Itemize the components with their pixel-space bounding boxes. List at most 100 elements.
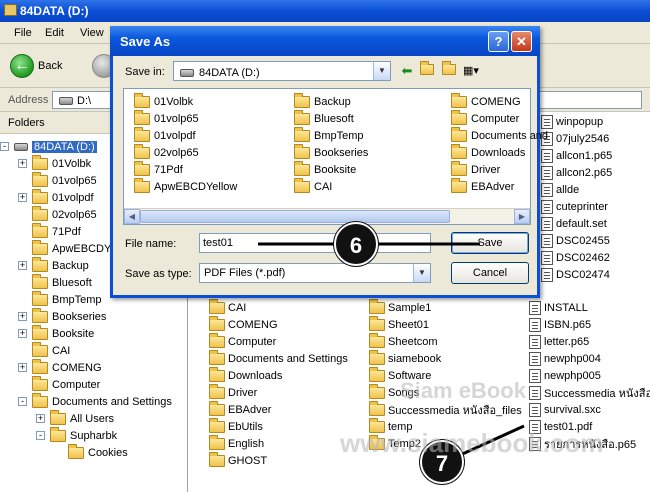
file-item[interactable]: ISBN.p65 bbox=[529, 316, 591, 333]
dialog-folder-item[interactable]: EBAdver bbox=[451, 177, 514, 195]
new-folder-icon[interactable] bbox=[441, 61, 457, 79]
back-button[interactable]: ← Back bbox=[10, 54, 62, 78]
folder-item[interactable]: siamebook bbox=[369, 349, 441, 367]
tree-item[interactable]: All Users bbox=[50, 409, 114, 427]
folder-item[interactable]: EbUtils bbox=[209, 417, 263, 435]
dialog-folder-item[interactable]: Computer bbox=[451, 109, 519, 127]
tree-expander[interactable]: - bbox=[0, 142, 9, 151]
file-item[interactable]: letter.p65 bbox=[529, 333, 589, 350]
tree-expander[interactable]: - bbox=[18, 397, 27, 406]
tree-item[interactable]: 84DATA (D:) bbox=[14, 138, 97, 155]
dialog-folder-item[interactable]: 01volpdf bbox=[134, 126, 196, 144]
scroll-left-icon[interactable]: ◀ bbox=[124, 209, 140, 224]
file-item[interactable]: winpopup bbox=[541, 113, 603, 130]
dialog-folder-item[interactable]: 71Pdf bbox=[134, 160, 183, 178]
folder-item[interactable]: Downloads bbox=[209, 366, 282, 384]
file-item[interactable]: cuteprinter bbox=[541, 198, 608, 215]
close-button[interactable]: ✕ bbox=[511, 31, 532, 52]
tree-item[interactable]: 01volp65 bbox=[32, 171, 97, 189]
tree-item[interactable]: CAI bbox=[32, 341, 70, 359]
tree-item[interactable]: 01volpdf bbox=[32, 188, 94, 206]
folder-item[interactable]: Sheetcom bbox=[369, 332, 438, 350]
folder-item[interactable]: Computer bbox=[209, 332, 276, 350]
folder-item[interactable]: CAI bbox=[209, 298, 246, 316]
file-item[interactable]: allcon2.p65 bbox=[541, 164, 612, 181]
chevron-down-icon[interactable]: ▼ bbox=[413, 264, 430, 282]
menu-file[interactable]: File bbox=[14, 27, 32, 39]
dialog-folder-item[interactable]: 02volp65 bbox=[134, 143, 199, 161]
folder-item[interactable]: GHOST bbox=[209, 451, 267, 469]
tree-item[interactable]: Bluesoft bbox=[32, 273, 92, 291]
save-in-dropdown[interactable]: 84DATA (D:) ▼ bbox=[173, 61, 391, 81]
chevron-down-icon[interactable]: ▼ bbox=[373, 62, 390, 80]
help-button[interactable]: ? bbox=[488, 31, 509, 52]
tree-item-label: Bluesoft bbox=[52, 276, 92, 289]
tree-item[interactable]: Bookseries bbox=[32, 307, 106, 325]
folder-item[interactable]: COMENG bbox=[209, 315, 278, 333]
cancel-button[interactable]: Cancel bbox=[451, 262, 529, 284]
tree-expander[interactable]: + bbox=[18, 159, 27, 168]
file-item[interactable]: survival.sxc bbox=[529, 401, 601, 418]
folder-item[interactable]: English bbox=[209, 434, 264, 452]
tree-expander[interactable]: + bbox=[18, 312, 27, 321]
tree-item[interactable]: COMENG bbox=[32, 358, 102, 376]
file-name-value: test01 bbox=[203, 237, 233, 249]
tree-expander[interactable]: + bbox=[18, 363, 27, 372]
menu-view[interactable]: View bbox=[80, 27, 104, 39]
file-item[interactable]: Successmedia หนังสือ bbox=[529, 384, 650, 401]
save-button[interactable]: Save bbox=[451, 232, 529, 254]
tree-item[interactable]: BmpTemp bbox=[32, 290, 102, 308]
dialog-folder-item[interactable]: 01Volbk bbox=[134, 92, 193, 110]
dialog-folder-item[interactable]: Backup bbox=[294, 92, 351, 110]
file-item[interactable]: newphp005 bbox=[529, 367, 601, 384]
dialog-folder-item[interactable]: CAI bbox=[294, 177, 332, 195]
file-item[interactable]: default.set bbox=[541, 215, 607, 232]
horizontal-scrollbar[interactable]: ◀ ▶ bbox=[124, 208, 530, 224]
tree-expander[interactable]: - bbox=[36, 431, 45, 440]
dialog-folder-item[interactable]: Downloads bbox=[451, 143, 525, 161]
file-item[interactable]: DSC02462 bbox=[541, 249, 610, 266]
tree-expander[interactable]: + bbox=[18, 329, 27, 338]
tree-item[interactable]: Backup bbox=[32, 256, 89, 274]
file-item[interactable]: DSC02474 bbox=[541, 266, 610, 283]
tree-item[interactable]: Computer bbox=[32, 375, 100, 393]
file-item[interactable]: 07july2546 bbox=[541, 130, 609, 147]
tree-item[interactable]: Booksite bbox=[32, 324, 94, 342]
file-item[interactable]: allde bbox=[541, 181, 579, 198]
tree-item[interactable]: 02volp65 bbox=[32, 205, 97, 223]
dialog-folder-item[interactable]: Driver bbox=[451, 160, 500, 178]
up-folder-icon[interactable] bbox=[419, 61, 435, 79]
menu-edit[interactable]: Edit bbox=[45, 27, 64, 39]
file-item[interactable]: DSC02455 bbox=[541, 232, 610, 249]
tree-expander[interactable]: + bbox=[36, 414, 45, 423]
tree-item[interactable]: 71Pdf bbox=[32, 222, 81, 240]
file-item[interactable]: newphp004 bbox=[529, 350, 601, 367]
folder-item[interactable]: Driver bbox=[209, 383, 257, 401]
tree-item[interactable]: Documents and Settings bbox=[32, 392, 172, 410]
tree-expander[interactable]: + bbox=[18, 261, 27, 270]
views-menu-icon[interactable]: ▦▾ bbox=[463, 63, 479, 79]
folder-item[interactable]: EBAdver bbox=[209, 400, 271, 418]
dialog-folder-item[interactable]: COMENG bbox=[451, 92, 521, 110]
tree-item[interactable]: Supharbk bbox=[50, 426, 117, 444]
scrollbar-thumb[interactable] bbox=[140, 210, 450, 223]
file-item[interactable]: INSTALL bbox=[529, 299, 588, 316]
dialog-folder-item[interactable]: 01volp65 bbox=[134, 109, 199, 127]
dialog-folder-item[interactable]: Booksite bbox=[294, 160, 356, 178]
folder-item[interactable]: Documents and Settings bbox=[209, 349, 348, 367]
scroll-right-icon[interactable]: ▶ bbox=[514, 209, 530, 224]
dialog-folder-item[interactable]: ApwEBCDYellow bbox=[134, 177, 237, 195]
tree-item[interactable]: Cookies bbox=[68, 443, 128, 461]
folder-item[interactable]: Sample1 bbox=[369, 298, 431, 316]
tree-expander[interactable]: + bbox=[18, 193, 27, 202]
dialog-folder-item[interactable]: Bookseries bbox=[294, 143, 368, 161]
dialog-folder-item[interactable]: Documents and bbox=[451, 126, 548, 144]
file-item[interactable]: allcon1.p65 bbox=[541, 147, 612, 164]
dialog-folder-item[interactable]: Bluesoft bbox=[294, 109, 354, 127]
dialog-folder-item[interactable]: BmpTemp bbox=[294, 126, 364, 144]
save-type-dropdown[interactable]: PDF Files (*.pdf) ▼ bbox=[199, 263, 431, 283]
folder-item[interactable]: Sheet01 bbox=[369, 315, 429, 333]
tree-item[interactable]: 01Volbk bbox=[32, 154, 91, 172]
file-name-input[interactable]: test01 bbox=[199, 233, 431, 253]
back-arrow-icon[interactable]: ⬅ bbox=[399, 63, 415, 79]
